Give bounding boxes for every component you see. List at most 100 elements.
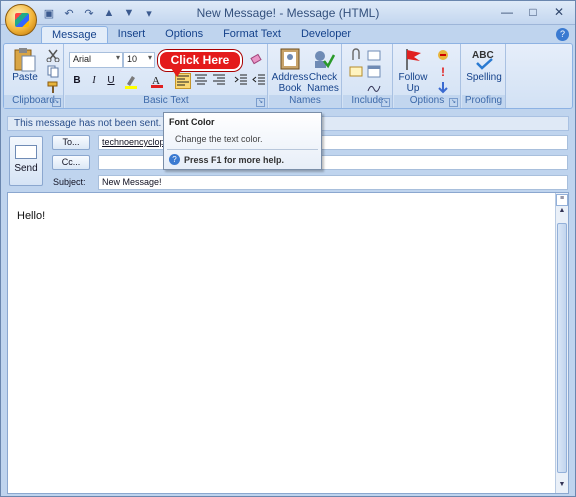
align-center-icon xyxy=(195,74,207,85)
tooltip-title: Font Color xyxy=(169,117,215,127)
font-size-value: 10 xyxy=(127,54,138,64)
format-painter-icon[interactable] xyxy=(46,80,60,94)
title-bar: ▣ ↶ ↷ ▲ ▼ ▾ New Message! - Message (HTML… xyxy=(1,1,575,25)
paste-label: Paste xyxy=(12,72,38,83)
spelling-label: Spelling xyxy=(466,72,502,83)
increase-indent-button[interactable] xyxy=(251,73,267,89)
bold-button[interactable]: B xyxy=(69,73,85,89)
font-color-tooltip: Font Color Change the text color. ? Pres… xyxy=(163,112,322,170)
italic-button[interactable]: I xyxy=(86,73,102,89)
check-names-label-1: Check xyxy=(308,72,338,83)
follow-up-label-2: Up xyxy=(406,83,420,94)
address-book-icon xyxy=(277,47,303,71)
chevron-down-icon: ▾ xyxy=(147,53,152,62)
include-group: Include ↘ xyxy=(343,44,393,108)
align-right-icon xyxy=(213,74,225,85)
tab-insert[interactable]: Insert xyxy=(108,26,156,44)
font-color-button[interactable]: A xyxy=(149,73,165,89)
calendar-icon[interactable] xyxy=(367,64,381,78)
names-group-label: Names xyxy=(269,95,341,108)
paste-icon xyxy=(12,47,38,72)
proofing-group: ABC Spelling Proofing xyxy=(462,44,506,108)
proofing-group-label: Proofing xyxy=(462,95,505,108)
tab-message[interactable]: Message xyxy=(41,26,108,44)
font-color-icon: A xyxy=(151,75,163,88)
clear-formatting-button[interactable] xyxy=(248,52,264,68)
align-center-button[interactable] xyxy=(193,73,209,89)
cut-icon[interactable] xyxy=(46,48,60,63)
follow-up-label-1: Follow xyxy=(398,72,428,83)
attach-file-icon[interactable] xyxy=(349,48,363,62)
window-title: New Message! - Message (HTML) xyxy=(196,6,380,20)
minimize-icon[interactable]: — xyxy=(495,3,519,21)
window-controls: — □ ✕ xyxy=(495,3,571,21)
outdent-icon xyxy=(252,74,265,85)
ruler-toggle-icon[interactable]: ≡ xyxy=(556,194,568,206)
attach-item-icon[interactable] xyxy=(367,48,381,62)
copy-icon[interactable] xyxy=(46,64,60,78)
permission-icon[interactable] xyxy=(436,48,450,62)
message-body-editor[interactable]: Hello! ≡ ▲ ▼ xyxy=(7,192,569,494)
flag-icon xyxy=(400,47,426,71)
high-importance-icon[interactable]: ! xyxy=(436,64,450,79)
send-button[interactable]: Send xyxy=(9,136,43,186)
chevron-down-icon: ▾ xyxy=(115,53,120,62)
office-logo-icon xyxy=(15,13,29,27)
basic-text-launcher-icon[interactable]: ↘ xyxy=(256,98,265,107)
business-card-icon[interactable] xyxy=(349,64,363,78)
tooltip-divider xyxy=(167,149,318,150)
tab-format-text[interactable]: Format Text xyxy=(213,26,291,44)
send-envelope-icon xyxy=(15,145,37,159)
help-icon: ? xyxy=(169,154,180,165)
font-name-value: Arial xyxy=(73,54,92,64)
message-body-text[interactable]: Hello! xyxy=(17,210,45,222)
decrease-indent-button[interactable] xyxy=(233,73,249,89)
close-icon[interactable]: ✕ xyxy=(547,3,571,21)
eraser-icon xyxy=(250,53,262,65)
paste-button[interactable]: Paste xyxy=(6,47,44,83)
subject-field[interactable]: New Message! xyxy=(98,175,568,190)
subject-label: Subject: xyxy=(53,177,86,187)
cc-button[interactable]: Cc... xyxy=(52,155,90,170)
scroll-down-icon[interactable]: ▼ xyxy=(557,481,567,491)
callout-pointer xyxy=(171,68,183,77)
options-launcher-icon[interactable]: ↘ xyxy=(449,98,458,107)
to-button[interactable]: To... xyxy=(52,135,90,150)
names-group: Address Book Check Names Names xyxy=(269,44,342,108)
highlighter-icon xyxy=(125,76,137,89)
ribbon: Paste Clipboard ↘ Arial ▾ 10 ▾ B I U A B… xyxy=(3,43,573,109)
align-right-button[interactable] xyxy=(211,73,227,89)
basic-text-group-label: Basic Text xyxy=(65,95,267,108)
outlook-message-window: ▣ ↶ ↷ ▲ ▼ ▾ New Message! - Message (HTML… xyxy=(0,0,576,497)
signature-icon[interactable] xyxy=(367,80,381,94)
check-names-label-2: Names xyxy=(307,83,339,94)
underline-button[interactable]: U xyxy=(103,73,119,89)
check-names-button[interactable]: Check Names xyxy=(304,47,342,94)
clipboard-launcher-icon[interactable]: ↘ xyxy=(52,98,61,107)
tab-developer[interactable]: Developer xyxy=(291,26,361,44)
check-names-icon xyxy=(310,47,336,71)
follow-up-button[interactable]: Follow Up xyxy=(394,47,432,94)
tooltip-help-text: Press F1 for more help. xyxy=(184,155,285,165)
svg-text:!: ! xyxy=(441,65,445,78)
ribbon-tabs: Message Insert Options Format Text Devel… xyxy=(41,26,361,44)
tooltip-description: Change the text color. xyxy=(175,134,263,144)
include-launcher-icon[interactable]: ↘ xyxy=(381,98,390,107)
maximize-icon[interactable]: □ xyxy=(521,3,545,21)
scroll-thumb[interactable] xyxy=(557,223,567,473)
scroll-up-icon[interactable]: ▲ xyxy=(557,207,567,217)
spelling-button[interactable]: ABC Spelling xyxy=(465,47,503,83)
low-importance-icon[interactable] xyxy=(436,80,450,94)
help-icon[interactable]: ? xyxy=(556,28,569,41)
spelling-icon: ABC xyxy=(471,47,497,71)
clipboard-group: Paste Clipboard ↘ xyxy=(4,44,64,108)
highlight-button[interactable] xyxy=(123,73,139,89)
font-name-combo[interactable]: Arial ▾ xyxy=(69,52,123,68)
send-label: Send xyxy=(14,163,38,174)
font-size-combo[interactable]: 10 ▾ xyxy=(123,52,155,68)
indent-icon xyxy=(234,74,247,85)
vertical-scrollbar[interactable]: ≡ ▲ ▼ xyxy=(555,193,568,493)
options-group: Follow Up ! Options ↘ xyxy=(394,44,461,108)
office-button[interactable] xyxy=(5,4,37,36)
tab-options[interactable]: Options xyxy=(155,26,213,44)
